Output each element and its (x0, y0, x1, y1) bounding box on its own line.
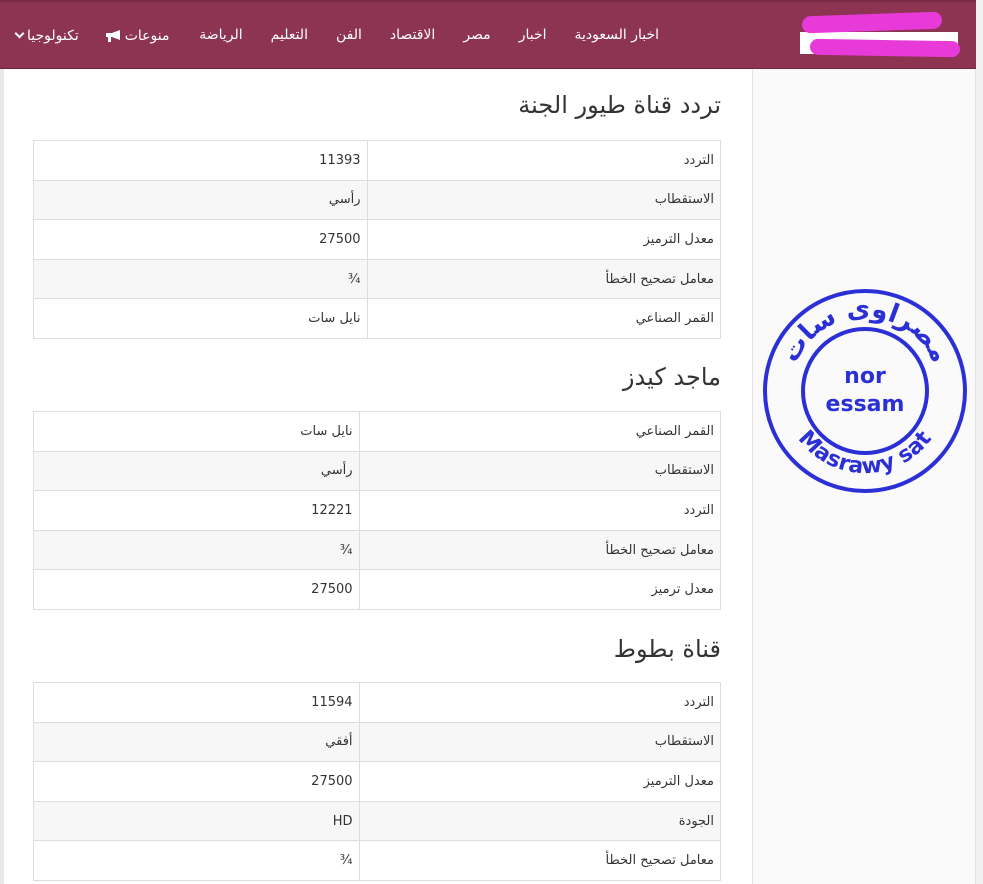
chevron-down-icon (14, 28, 25, 39)
table-row: التردد 11393 (33, 140, 722, 181)
table-row: معدل ترميز 27500 (33, 569, 722, 610)
table-row: معامل تصحيح الخطأ ¾ (33, 529, 722, 571)
nav-dropdown-tech[interactable]: تكنولوجيا (14, 27, 79, 44)
megaphone-icon (105, 29, 120, 42)
specs-table: التردد 11594 الاستقطاب أفقي معدل الترميز… (33, 682, 722, 881)
table-row: التردد 11594 (33, 682, 722, 723)
nav-link-saudi-news[interactable]: اخبار السعودية (560, 2, 673, 69)
spec-value: ¾ (33, 529, 360, 571)
spec-value: ¾ (33, 840, 360, 881)
spec-key: التردد (358, 490, 722, 531)
spec-key: القمر الصناعي (366, 298, 722, 339)
spec-key: معامل تصحيح الخطأ (358, 529, 722, 571)
nav-link-education[interactable]: التعليم (257, 2, 322, 69)
table-row: الاستقطاب أفقي (33, 721, 722, 763)
sidebar: مصراوى سات nor essam Masrawy sat (752, 69, 976, 884)
specs-table: التردد 11393 الاستقطاب رأسي معدل الترميز… (33, 140, 722, 339)
spec-value: رأسي (33, 450, 360, 492)
spec-key: معامل تصحيح الخطأ (366, 258, 722, 300)
stamp-image: مصراوى سات nor essam Masrawy sat (763, 289, 967, 493)
logo-redaction-scribble (809, 38, 961, 58)
spec-value: 12221 (33, 490, 360, 531)
spec-key: معدل الترميز (358, 761, 722, 802)
main-content: تردد قناة طيور الجنة التردد 11393 الاستق… (0, 69, 752, 884)
spec-key: الاستقطاب (358, 450, 722, 492)
scrollbar[interactable] (976, 0, 983, 884)
site-logo[interactable] (798, 11, 962, 60)
logo-redaction-scribble (801, 11, 943, 34)
spec-value: 27500 (33, 761, 360, 802)
table-row: معدل الترميز 27500 (33, 219, 722, 260)
section-title: ماجد كيدز (622, 363, 721, 391)
spec-value: 27500 (33, 569, 360, 610)
spec-key: معدل ترميز (358, 569, 722, 610)
spec-key: معامل تصحيح الخطأ (358, 840, 722, 881)
spec-value: 11393 (33, 140, 368, 181)
nav-link-economy[interactable]: الاقتصاد (376, 2, 449, 69)
specs-table: القمر الصناعي نايل سات الاستقطاب رأسي ال… (33, 411, 722, 610)
table-row: معامل تصحيح الخطأ ¾ (33, 258, 722, 300)
spec-value: 27500 (33, 219, 368, 260)
nav-links: اخبار السعودية اخبار مصر الاقتصاد الفن ا… (185, 2, 673, 69)
spec-value: رأسي (33, 179, 368, 221)
spec-value: ¾ (33, 258, 368, 300)
table-row: معامل تصحيح الخطأ ¾ (33, 840, 722, 881)
table-row: الاستقطاب رأسي (33, 179, 722, 221)
spec-key: التردد (358, 682, 722, 723)
nav-dropdown-misc-label: منوعات (124, 27, 170, 44)
spec-key: الاستقطاب (358, 721, 722, 763)
nav-link-sports[interactable]: الرياضة (185, 2, 256, 69)
spec-key: التردد (366, 140, 722, 181)
spec-value: نايل سات (33, 298, 368, 339)
nav-link-egypt[interactable]: مصر (449, 2, 504, 69)
top-navbar: اخبار السعودية اخبار مصر الاقتصاد الفن ا… (0, 0, 976, 69)
table-row: معدل الترميز 27500 (33, 761, 722, 802)
spec-key: الجودة (358, 800, 722, 842)
section-title: قناة بطوط (613, 635, 721, 663)
table-row: الجودة HD (33, 800, 722, 842)
table-row: القمر الصناعي نايل سات (33, 298, 722, 339)
stamp-center-line-2: essam (826, 392, 905, 417)
table-row: القمر الصناعي نايل سات (33, 411, 722, 452)
spec-value: أفقي (33, 721, 360, 763)
nav-dropdowns: منوعات تكنولوجيا (14, 2, 170, 69)
nav-dropdown-tech-label: تكنولوجيا (27, 27, 79, 44)
spec-key: معدل الترميز (366, 219, 722, 260)
spec-value: HD (33, 800, 360, 842)
section-title: تردد قناة طيور الجنة (518, 91, 721, 119)
table-row: الاستقطاب رأسي (33, 450, 722, 492)
nav-link-news[interactable]: اخبار (505, 2, 561, 69)
spec-value: 11594 (33, 682, 360, 723)
stamp-center-line-1: nor (844, 364, 886, 389)
spec-key: القمر الصناعي (358, 411, 722, 452)
nav-link-art[interactable]: الفن (322, 2, 376, 69)
table-row: التردد 12221 (33, 490, 722, 531)
spec-value: نايل سات (33, 411, 360, 452)
nav-dropdown-misc[interactable]: منوعات (105, 28, 170, 44)
spec-key: الاستقطاب (366, 179, 722, 221)
